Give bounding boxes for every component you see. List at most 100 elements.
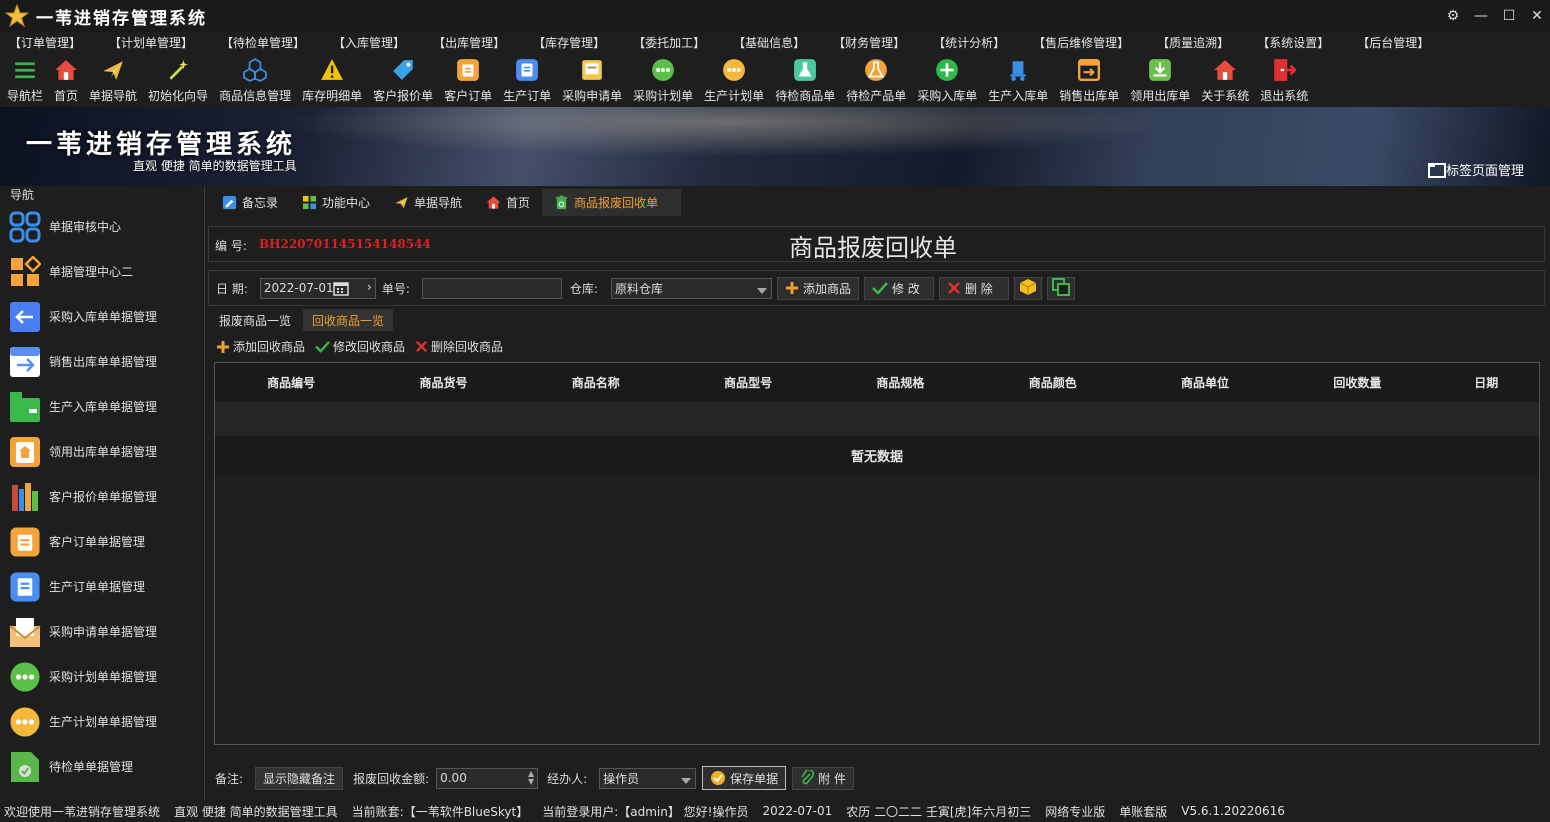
sidebar-item-8[interactable]: 生产订单单据管理 [0, 564, 204, 609]
column-header[interactable]: 商品名称 [520, 374, 672, 391]
toolbar-button-19[interactable]: 退出系统 [1260, 58, 1308, 106]
sidebar-item-11[interactable]: 生产计划单单据管理 [0, 699, 204, 744]
handler-value: 操作员 [603, 771, 640, 786]
sidebar-item-3[interactable]: 销售出库单单据管理 [0, 339, 204, 384]
grid-filter-row[interactable] [215, 402, 1539, 436]
attachment-button[interactable]: 附 件 [792, 766, 855, 790]
toolbar-button-7[interactable]: 客户订单 [444, 58, 492, 106]
toolbar-button-4[interactable]: 商品信息管理 [219, 58, 291, 106]
toolbar-button-17[interactable]: 领用出库单 [1130, 58, 1190, 106]
number-label: 单号: [381, 281, 410, 296]
menu-item-7[interactable]: 【基础信息】 [733, 34, 805, 56]
warehouse-select[interactable]: 原料仓库 [610, 277, 772, 299]
save-button[interactable]: 保存单据 [702, 766, 787, 790]
toolbar-button-15[interactable]: 生产入库单 [988, 58, 1048, 106]
handler-select[interactable]: 操作员 [599, 767, 697, 789]
tab-1[interactable]: 功能中心 [290, 189, 382, 216]
menu-item-10[interactable]: 【售后维修管理】 [1033, 34, 1129, 56]
chevron-right-icon[interactable]: › [367, 280, 372, 294]
dropdown-arrow-icon[interactable] [681, 774, 692, 788]
sidebar-item-2[interactable]: 采购入库单单据管理 [0, 294, 204, 339]
status-text-0: 欢迎使用一苇进销存管理系统 [4, 804, 161, 819]
tab-3[interactable]: 首页 [474, 189, 542, 216]
sidebar-item-6[interactable]: 客户报价单单据管理 [0, 474, 204, 519]
column-header[interactable]: 商品编号 [215, 374, 367, 391]
add-recycle-button[interactable]: 添加回收商品 [216, 338, 305, 355]
toolbar-button-1[interactable]: 首页 [54, 58, 78, 106]
toolbar-button-0[interactable]: 导航栏 [7, 58, 43, 106]
menu-item-1[interactable]: 【计划单管理】 [109, 34, 193, 56]
toolbar-button-8[interactable]: 生产订单 [503, 58, 551, 106]
recycle-goods-grid[interactable]: 商品编号 商品货号 商品名称 商品型号 商品规格 商品颜色 商品单位 回收数量 日期 暂无数据 [214, 362, 1540, 745]
menu-item-9[interactable]: 【统计分析】 [933, 34, 1005, 56]
toolbar-button-16[interactable]: 销售出库单 [1059, 58, 1119, 106]
column-header[interactable]: 日期 [1434, 374, 1540, 391]
menu-item-2[interactable]: 【待检单管理】 [221, 34, 305, 56]
lab-icon [864, 58, 888, 82]
menu-item-5[interactable]: 【库存管理】 [533, 34, 605, 56]
toolbar-button-13[interactable]: 待检产品单 [846, 58, 906, 106]
toolbar-button-9[interactable]: 采购申请单 [562, 58, 622, 106]
subtab-0[interactable]: 报废商品一览 [210, 309, 300, 331]
add-goods-button[interactable]: 添加商品 [776, 276, 859, 300]
close-button[interactable]: ✕ [1524, 0, 1550, 32]
toolbar-button-10[interactable]: 采购计划单 [633, 58, 693, 106]
menu-item-0[interactable]: 【订单管理】 [9, 34, 81, 56]
column-header[interactable]: 商品规格 [824, 374, 976, 391]
copy-button[interactable] [1046, 276, 1075, 300]
dropdown-arrow-icon[interactable] [756, 284, 767, 298]
toolbar-button-6[interactable]: 客户报价单 [373, 58, 433, 106]
column-header[interactable]: 回收数量 [1281, 374, 1433, 391]
memo-icon [222, 195, 237, 210]
modify-button[interactable]: 修 改 [863, 276, 934, 300]
sidebar-item-7[interactable]: 客户订单单据管理 [0, 519, 204, 564]
toggle-remark-button[interactable]: 显示隐藏备注 [255, 766, 344, 790]
toolbar-button-5[interactable]: 库存明细单 [302, 58, 362, 106]
toolbar-button-3[interactable]: 初始化向导 [148, 58, 208, 106]
add-recycle-label: 添加回收商品 [233, 340, 306, 354]
tag-manager-button[interactable]: 标签页面管理 [1427, 160, 1524, 179]
tab-0[interactable]: 备忘录 [210, 189, 290, 216]
amount-input[interactable]: 0.00 ▲ ▼ [436, 767, 539, 789]
settings-gear-icon[interactable]: ⚙ [1440, 0, 1466, 32]
sidebar-item-0[interactable]: 单据审核中心 [0, 204, 204, 249]
toolbar-button-2[interactable]: 单据导航 [89, 58, 137, 106]
bottom-bar: 备注: 显示隐藏备注 报废回收金额: 0.00 ▲ ▼ 经办人: 操作员 保存单据… [208, 763, 1545, 793]
menu-item-4[interactable]: 【出库管理】 [433, 34, 505, 56]
column-header[interactable]: 商品货号 [367, 374, 519, 391]
minimize-button[interactable]: — [1468, 0, 1494, 32]
calendar-icon[interactable] [333, 281, 349, 299]
spin-icon[interactable]: ▲ ▼ [528, 769, 534, 786]
tab-4[interactable]: 商品报废回收单 [542, 189, 682, 216]
menu-item-6[interactable]: 【委托加工】 [633, 34, 705, 56]
toolbar-button-14[interactable]: 采购入库单 [917, 58, 977, 106]
edit-recycle-button[interactable]: 修改回收商品 [315, 338, 405, 355]
sidebar-item-1[interactable]: 单据管理中心二 [0, 249, 204, 294]
menu-item-13[interactable]: 【后台管理】 [1357, 34, 1429, 56]
column-header[interactable]: 商品颜色 [977, 374, 1129, 391]
maximize-button[interactable]: ☐ [1496, 0, 1522, 32]
sidebar-item-5[interactable]: 领用出库单单据管理 [0, 429, 204, 474]
toolbar-button-12[interactable]: 待检商品单 [775, 58, 835, 106]
sidebar-item-10[interactable]: 采购计划单单据管理 [0, 654, 204, 699]
column-header[interactable]: 商品型号 [672, 374, 824, 391]
sidebar-item-label: 单据审核中心 [49, 220, 122, 234]
number-input[interactable] [421, 277, 562, 299]
date-picker[interactable]: 2022-07-01 › [259, 277, 376, 299]
banner: 一苇进销存管理系统 直观 便捷 简单的数据管理工具 标签页面管理 [0, 107, 1550, 186]
tab-2[interactable]: 单据导航 [382, 189, 474, 216]
sidebar-item-9[interactable]: 采购申请单单据管理 [0, 609, 204, 654]
subtab-1[interactable]: 回收商品一览 [303, 309, 394, 331]
sidebar-item-12[interactable]: 待检单单据管理 [0, 744, 204, 789]
sidebar-item-4[interactable]: 生产入库单单据管理 [0, 384, 204, 429]
delete-recycle-button[interactable]: 删除回收商品 [415, 338, 503, 355]
toolbar-button-11[interactable]: 生产计划单 [704, 58, 764, 106]
menu-item-12[interactable]: 【系统设置】 [1257, 34, 1329, 56]
menu-item-8[interactable]: 【财务管理】 [833, 34, 905, 56]
toolbar-button-18[interactable]: 关于系统 [1201, 58, 1249, 106]
column-header[interactable]: 商品单位 [1129, 374, 1281, 391]
menu-item-11[interactable]: 【质量追溯】 [1157, 34, 1229, 56]
delete-button[interactable]: 删 除 [938, 276, 1009, 300]
menu-item-3[interactable]: 【入库管理】 [333, 34, 405, 56]
package-button[interactable] [1013, 276, 1042, 300]
